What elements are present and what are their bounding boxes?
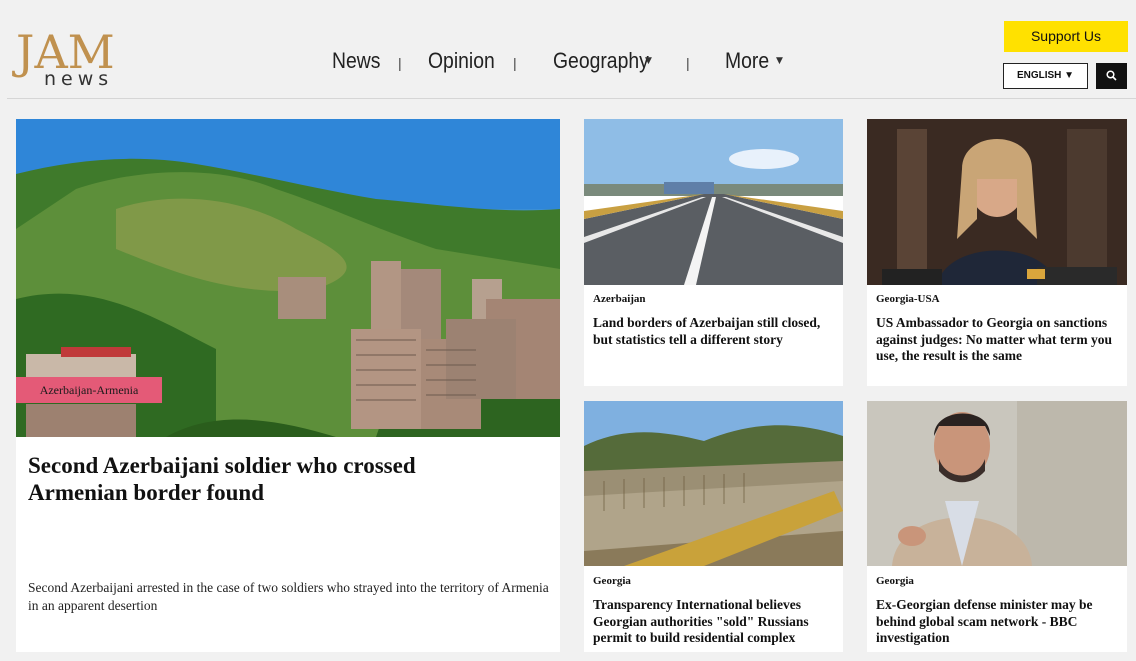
story-image[interactable] bbox=[584, 401, 843, 566]
support-us-button[interactable]: Support Us bbox=[1004, 21, 1128, 52]
story-category[interactable]: Georgia bbox=[593, 575, 631, 587]
story-category[interactable]: Georgia-USA bbox=[876, 293, 940, 305]
story-card[interactable]: Azerbaijan Land borders of Azerbaijan st… bbox=[584, 119, 843, 386]
nav-geography[interactable]: Geography bbox=[553, 47, 649, 75]
page: JAM news News | Opinion | Geography ▼ | … bbox=[0, 0, 1136, 661]
story-image[interactable] bbox=[867, 401, 1127, 566]
site-header: JAM news News | Opinion | Geography ▼ | … bbox=[7, 7, 1136, 99]
story-card[interactable]: Georgia Ex-Georgian defense minister may… bbox=[867, 401, 1127, 652]
story-category[interactable]: Georgia bbox=[876, 575, 914, 587]
story-title[interactable]: Transparency International believes Geor… bbox=[593, 597, 838, 647]
chevron-down-icon: ▼ bbox=[645, 56, 652, 66]
nav-separator: | bbox=[398, 55, 402, 71]
search-icon bbox=[1106, 70, 1117, 81]
nav-news[interactable]: News bbox=[332, 47, 380, 75]
jamnews-logo[interactable]: JAM news bbox=[16, 29, 126, 91]
logo-news-text: news bbox=[44, 68, 114, 90]
story-image[interactable] bbox=[867, 119, 1127, 285]
search-button[interactable] bbox=[1096, 63, 1127, 89]
nav-more[interactable]: More bbox=[725, 47, 769, 75]
language-select[interactable]: ENGLISH ▼ bbox=[1003, 63, 1088, 89]
main-story-card[interactable]: Azerbaijan-Armenia Second Azerbaijani so… bbox=[16, 119, 560, 652]
story-card[interactable]: Georgia Transparency International belie… bbox=[584, 401, 843, 652]
nav-separator: | bbox=[686, 55, 690, 71]
nav-separator: | bbox=[513, 55, 517, 71]
category-badge[interactable]: Azerbaijan-Armenia bbox=[16, 377, 162, 403]
main-story-summary: Second Azerbaijani arrested in the case … bbox=[28, 580, 549, 613]
story-card[interactable]: Georgia-USA US Ambassador to Georgia on … bbox=[867, 119, 1127, 386]
story-category[interactable]: Azerbaijan bbox=[593, 293, 646, 305]
story-title[interactable]: US Ambassador to Georgia on sanctions ag… bbox=[876, 315, 1121, 365]
chevron-down-icon: ▼ bbox=[776, 56, 783, 66]
story-title[interactable]: Land borders of Azerbaijan still closed,… bbox=[593, 315, 838, 348]
main-story-title[interactable]: Second Azerbaijani soldier who crossed A… bbox=[28, 452, 508, 506]
nav-opinion[interactable]: Opinion bbox=[428, 47, 495, 75]
story-title[interactable]: Ex-Georgian defense minister may be behi… bbox=[876, 597, 1121, 647]
story-image[interactable] bbox=[584, 119, 843, 285]
